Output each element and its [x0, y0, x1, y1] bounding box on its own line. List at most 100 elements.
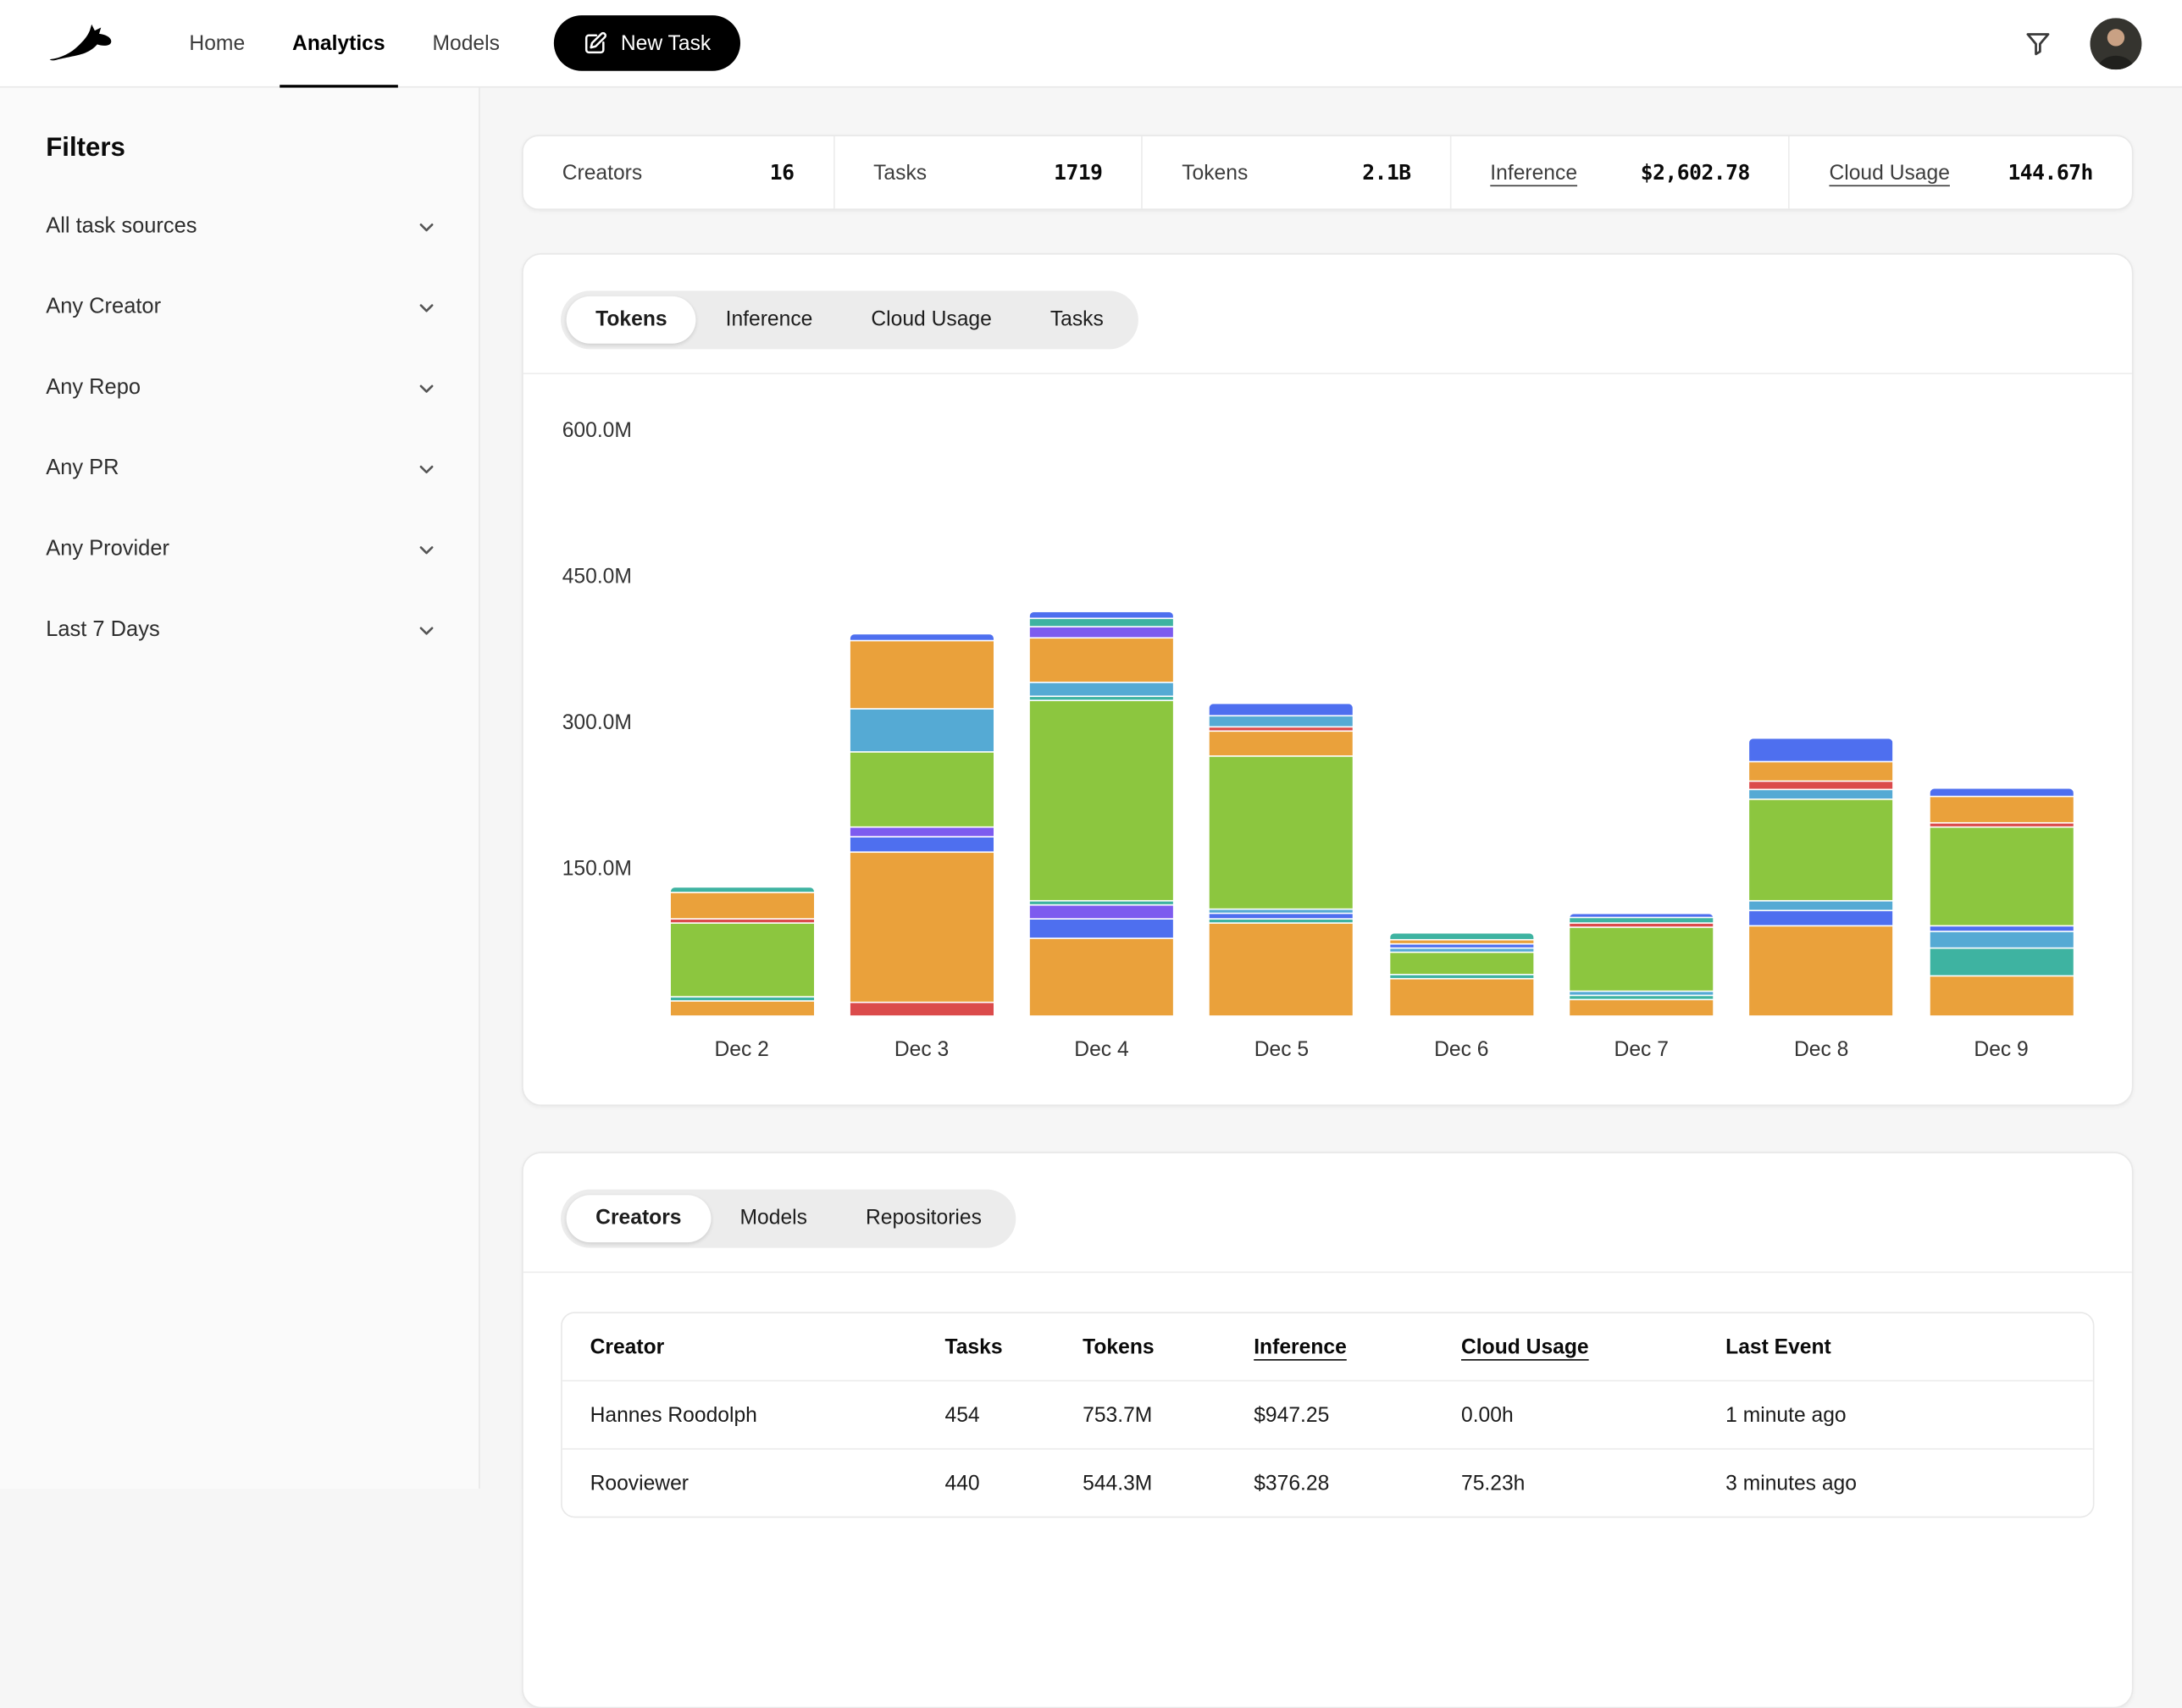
bar-segment-blue [1930, 926, 2073, 931]
bar-segment-teal [1030, 697, 1173, 699]
stat-label: Tasks [873, 161, 927, 185]
stacked-bar-dec-4[interactable] [1030, 612, 1173, 1015]
stat-value: 1719 [1054, 160, 1102, 185]
bar-segment-blue [850, 634, 993, 639]
bar-segment-red [1750, 782, 1893, 789]
filter-provider[interactable]: Any Provider [46, 509, 437, 589]
filter-creator[interactable]: Any Creator [46, 267, 437, 347]
bar-segment-red [1930, 823, 2073, 826]
y-axis-label: 300.0M [562, 710, 632, 736]
bar-segment-orange [1030, 638, 1173, 682]
chart-metric-tabs: Tokens Inference Cloud Usage Tasks [561, 290, 1138, 349]
bar-segment-green [1390, 953, 1533, 975]
user-avatar[interactable] [2091, 18, 2142, 69]
tab-inference[interactable]: Inference [696, 296, 842, 344]
stat-tokens: Tokens 2.1B [1142, 136, 1450, 208]
tab-creators[interactable]: Creators [567, 1195, 711, 1242]
tab-tasks[interactable]: Tasks [1021, 296, 1133, 344]
bar-segment-purple [1030, 906, 1173, 918]
bar-segment-orange [1930, 798, 2073, 821]
stat-label: Creators [562, 161, 643, 185]
stacked-bar-dec-6[interactable] [1390, 933, 1533, 1015]
filter-funnel-icon[interactable] [2018, 24, 2057, 63]
stat-value: 2.1B [1362, 160, 1410, 185]
bar-segment-teal [1570, 919, 1713, 922]
nav-item-models[interactable]: Models [409, 0, 523, 87]
new-task-label: New Task [621, 31, 711, 55]
bar-segment-orange [1930, 977, 2073, 1015]
col-header-inference-label[interactable]: Inference [1254, 1335, 1347, 1358]
stat-label-cloud-usage[interactable]: Cloud Usage [1829, 161, 1949, 185]
tab-cloud-usage[interactable]: Cloud Usage [842, 296, 1021, 344]
stat-creators: Creators 16 [523, 136, 833, 208]
filter-repo[interactable]: Any Repo [46, 348, 437, 428]
stacked-bar-dec-8[interactable] [1750, 738, 1893, 1015]
chevron-down-icon [416, 620, 437, 641]
bar-segment-red [850, 1003, 993, 1015]
filter-pr[interactable]: Any PR [46, 428, 437, 509]
app-viewport: Home Analytics Models New Task [0, 0, 2182, 1489]
stacked-bar-dec-2[interactable] [670, 888, 813, 1016]
creators-table: Creator Tasks Tokens Inference Cloud Usa… [561, 1312, 2094, 1517]
bar-segment-skyblue [1210, 909, 1353, 912]
bar-segment-orange [850, 641, 993, 708]
cell-tasks: 454 [917, 1403, 1055, 1427]
x-axis-label: Dec 5 [1212, 1038, 1351, 1062]
x-axis-label: Dec 6 [1392, 1038, 1531, 1062]
stacked-bar-dec-9[interactable] [1930, 789, 2073, 1016]
filters-sidebar: Filters All task sources Any Creator Any… [0, 87, 480, 1488]
y-axis-label: 150.0M [562, 857, 632, 882]
bar-segment-skyblue [1930, 932, 2073, 948]
bar-segment-skyblue [1210, 716, 1353, 726]
topbar-right [2018, 18, 2141, 69]
bar-segment-blue [1390, 944, 1533, 947]
kangaroo-logo[interactable] [46, 19, 121, 67]
nav-item-home[interactable]: Home [165, 0, 269, 87]
cell-last-event: 1 minute ago [1697, 1403, 2093, 1427]
filter-date-range[interactable]: Last 7 Days [46, 590, 437, 671]
chart-plot-area: 150.0M300.0M450.0M600.0MDec 2Dec 3Dec 4D… [523, 374, 2132, 1106]
stat-label-inference[interactable]: Inference [1490, 161, 1577, 185]
bar-segment-orange [1750, 762, 1893, 780]
table-header-row: Creator Tasks Tokens Inference Cloud Usa… [562, 1313, 2093, 1380]
tab-tokens[interactable]: Tokens [567, 296, 696, 344]
bar-segment-teal [1030, 619, 1173, 627]
cell-cloud-usage: 0.00h [1433, 1403, 1697, 1427]
breakdown-tabs: Creators Models Repositories [561, 1190, 1016, 1248]
bar-segment-orange [1570, 1000, 1713, 1015]
bar-segment-red [1570, 924, 1713, 926]
bar-segment-orange [1750, 926, 1893, 1015]
breakdown-table-card: Creators Models Repositories Creator Tas… [522, 1152, 2133, 1708]
tab-models[interactable]: Models [711, 1195, 836, 1242]
bar-segment-orange [1030, 939, 1173, 1015]
stacked-bar-dec-3[interactable] [850, 634, 993, 1015]
col-header-cloud-usage-label[interactable]: Cloud Usage [1461, 1335, 1589, 1358]
bar-segment-blue [1750, 911, 1893, 926]
filter-label: Any Creator [46, 295, 161, 320]
bar-segment-teal [1390, 933, 1533, 938]
bar-segment-teal [670, 888, 813, 892]
new-task-button[interactable]: New Task [554, 15, 740, 71]
stacked-bar-dec-7[interactable] [1570, 914, 1713, 1015]
tab-repositories[interactable]: Repositories [836, 1195, 1011, 1242]
usage-chart-card: Tokens Inference Cloud Usage Tasks 150.0… [522, 253, 2133, 1106]
stats-summary-bar: Creators 16 Tasks 1719 Tokens 2.1B Infer… [522, 135, 2133, 210]
chevron-down-icon [416, 297, 437, 318]
cell-tokens: 544.3M [1055, 1471, 1226, 1495]
col-header-last-event: Last Event [1697, 1335, 2093, 1358]
bar-segment-orange [670, 1002, 813, 1016]
bar-segment-skyblue [1570, 992, 1713, 995]
y-axis-label: 450.0M [562, 565, 632, 590]
bar-segment-skyblue [1390, 948, 1533, 951]
filter-label: Any Repo [46, 376, 141, 401]
nav-item-analytics[interactable]: Analytics [269, 0, 408, 87]
table-row[interactable]: Hannes Roodolph 454 753.7M $947.25 0.00h… [562, 1380, 2093, 1449]
bar-segment-green [670, 924, 813, 996]
stacked-bar-dec-5[interactable] [1210, 704, 1353, 1015]
bar-segment-purple [1030, 627, 1173, 637]
bar-segment-skyblue [850, 710, 993, 751]
table-row[interactable]: Rooviewer 440 544.3M $376.28 75.23h 3 mi… [562, 1448, 2093, 1517]
bar-segment-red [670, 920, 813, 922]
stat-cloud-usage: Cloud Usage 144.67h [1789, 136, 2132, 208]
filter-task-sources[interactable]: All task sources [46, 186, 437, 267]
